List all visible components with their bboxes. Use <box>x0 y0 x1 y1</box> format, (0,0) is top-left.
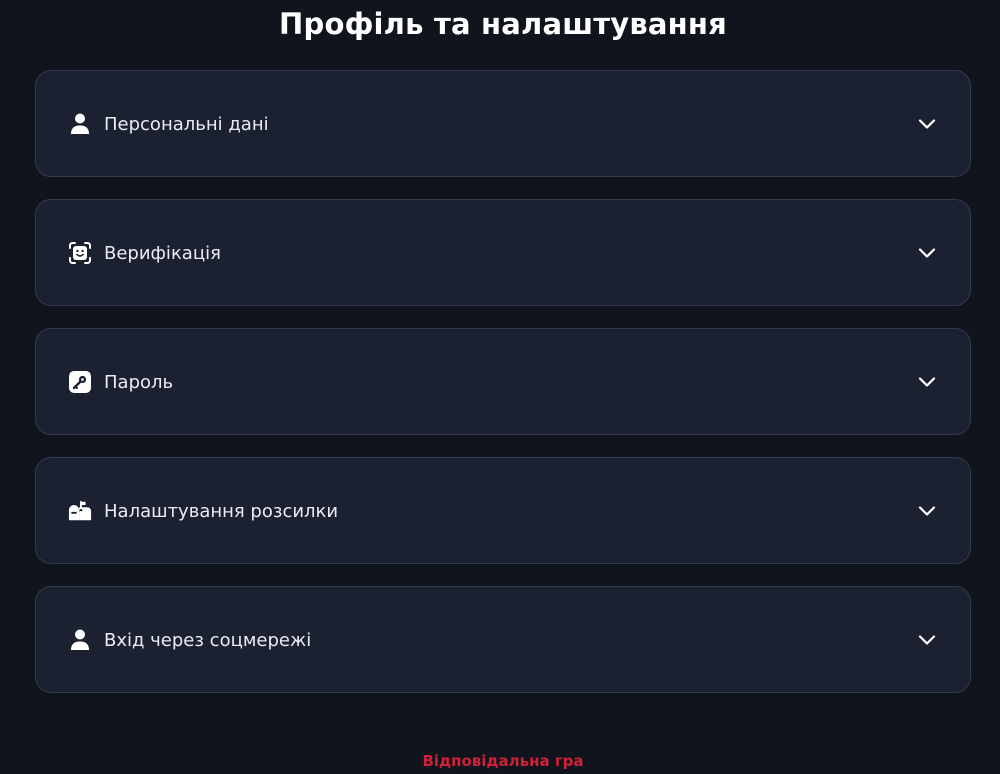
accordion-social-login[interactable]: Вхід через соцмережі <box>35 586 971 693</box>
chevron-down-icon[interactable] <box>918 244 936 262</box>
responsible-gaming-link[interactable]: Відповідальна гра <box>0 750 1000 772</box>
accordion-label: Пароль <box>104 372 174 393</box>
accordion-personal-data[interactable]: Персональні дані <box>35 70 971 177</box>
user-icon <box>68 112 92 136</box>
page-title: Профіль та налаштування <box>279 7 727 41</box>
chevron-down-icon[interactable] <box>918 115 936 133</box>
mailbox-icon <box>68 499 92 523</box>
accordion-verification[interactable]: Верифікація <box>35 199 971 306</box>
accordion-password[interactable]: Пароль <box>35 328 971 435</box>
accordion-label: Налаштування розсилки <box>104 501 339 522</box>
chevron-down-icon[interactable] <box>918 373 936 391</box>
chevron-down-icon[interactable] <box>918 502 936 520</box>
accordion-label: Верифікація <box>104 243 221 264</box>
accordion-mailing-settings[interactable]: Налаштування розсилки <box>35 457 971 564</box>
accordion-label: Персональні дані <box>104 114 269 135</box>
face-scan-icon <box>68 241 92 265</box>
key-icon <box>68 370 92 394</box>
chevron-down-icon[interactable] <box>918 631 936 649</box>
user-icon <box>68 628 92 652</box>
accordion-label: Вхід через соцмережі <box>104 630 312 651</box>
